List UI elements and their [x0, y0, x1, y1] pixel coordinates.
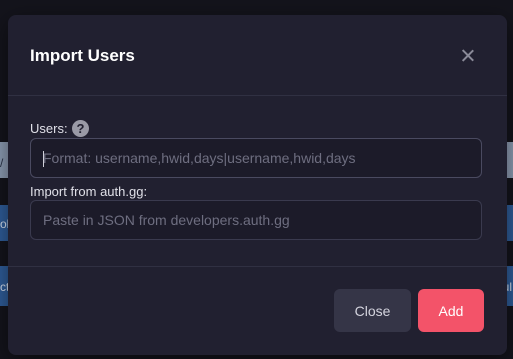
import-users-modal: Import Users Users: ? Import from auth.g…: [8, 15, 507, 355]
modal-header: Import Users: [8, 15, 507, 96]
auth-json-input[interactable]: [30, 200, 482, 240]
background-edge-text: /: [0, 156, 4, 170]
modal-title: Import Users: [30, 46, 135, 65]
add-button[interactable]: Add: [418, 289, 484, 332]
users-label: Users:: [30, 121, 68, 136]
help-circle-icon[interactable]: ?: [72, 120, 89, 137]
close-button[interactable]: Close: [334, 289, 411, 332]
close-icon[interactable]: [458, 46, 478, 66]
text-cursor: [43, 151, 44, 167]
auth-import-label: Import from auth.gg:: [30, 184, 148, 199]
users-input[interactable]: [30, 138, 482, 178]
